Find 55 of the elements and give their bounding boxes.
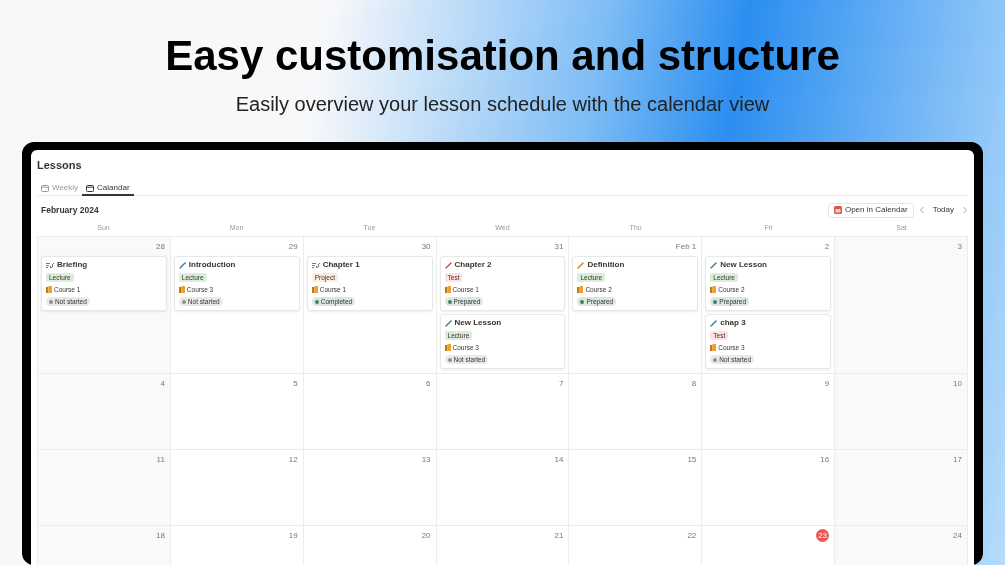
date-number: 31 xyxy=(554,240,564,253)
date-number: Feb 1 xyxy=(675,240,697,253)
date-number: 12 xyxy=(288,453,298,466)
book-icon xyxy=(710,344,717,351)
date-number: 3 xyxy=(957,240,962,253)
date-number: 24 xyxy=(953,529,962,542)
page-title: Lessons xyxy=(37,158,83,172)
lesson-title: New Lesson xyxy=(454,317,502,329)
date-number: 15 xyxy=(687,453,697,466)
lesson-title: Definition xyxy=(587,259,625,271)
book-icon xyxy=(444,344,451,351)
date-number: 16 xyxy=(820,453,830,466)
date-number: 14 xyxy=(554,453,564,466)
date-number: 7 xyxy=(558,377,564,390)
book-icon xyxy=(710,286,717,293)
book-icon xyxy=(577,286,584,293)
lesson-title: Introduction xyxy=(188,259,236,271)
chevron-left-icon[interactable] xyxy=(918,206,925,214)
view-tab[interactable]: Calandar xyxy=(82,182,134,196)
headline: Easy customisation and structure xyxy=(165,31,840,81)
book-icon xyxy=(311,286,318,293)
book-icon xyxy=(444,286,451,293)
date-number: 6 xyxy=(426,377,431,390)
lesson-title: chap 3 xyxy=(720,317,746,329)
date-number: 5 xyxy=(293,377,298,390)
date-number: 11 xyxy=(156,453,165,466)
date-number: 8 xyxy=(691,377,697,390)
date-number: 2 xyxy=(824,240,830,253)
open-in-calendar-button[interactable]: Open in Calendar xyxy=(827,202,914,218)
date-number: 20 xyxy=(421,529,431,542)
calendar-icon xyxy=(86,184,95,192)
book-icon xyxy=(46,286,52,293)
chevron-right-icon[interactable] xyxy=(962,206,968,214)
calendar-icon xyxy=(833,206,842,214)
lesson-title: Briefing xyxy=(57,259,88,271)
date-number: 29 xyxy=(288,240,298,253)
book-icon xyxy=(178,286,185,293)
date-number: 22 xyxy=(687,529,697,542)
date-number: 10 xyxy=(953,377,962,390)
date-number: 18 xyxy=(155,529,165,542)
date-number: 17 xyxy=(953,453,962,466)
date-number: 13 xyxy=(421,453,431,466)
date-number: 28 xyxy=(155,240,165,253)
date-number: 30 xyxy=(421,240,431,253)
lesson-title: New Lesson xyxy=(720,259,767,271)
subtitle: Easily overview your lesson schedule with the calendar view xyxy=(235,92,770,117)
today-button[interactable]: Today xyxy=(929,204,957,216)
calendar-icon xyxy=(41,184,49,192)
date-number: 4 xyxy=(160,377,165,390)
date-number: 9 xyxy=(824,377,830,390)
lesson-title: Chapter 2 xyxy=(454,259,492,271)
date-number: 21 xyxy=(554,529,564,542)
date-number: 19 xyxy=(288,529,298,542)
lesson-title: Chapter 1 xyxy=(322,259,360,271)
month-label: February 2024 xyxy=(40,203,99,217)
